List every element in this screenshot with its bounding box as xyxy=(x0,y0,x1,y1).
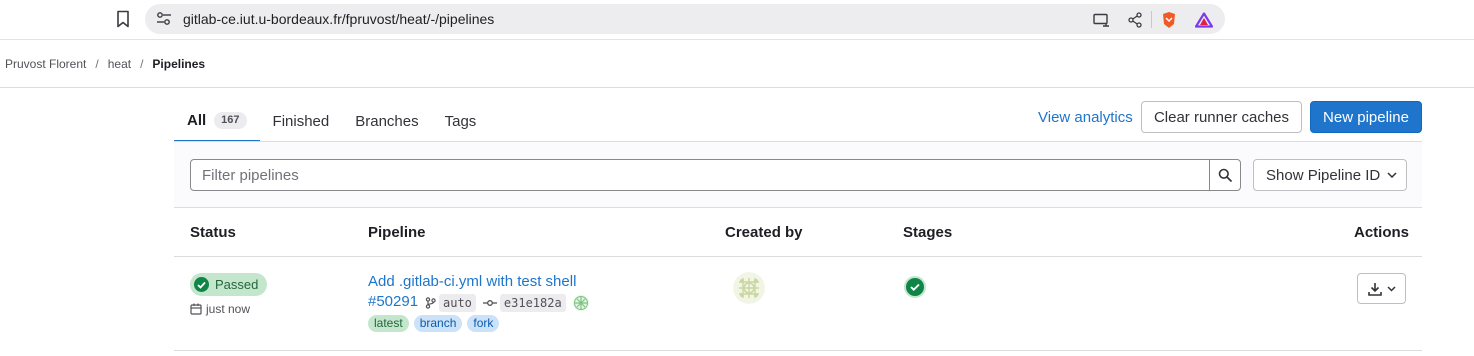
tag-fork[interactable]: fork xyxy=(467,315,500,332)
tab-all[interactable]: All 167 xyxy=(174,100,260,142)
tag-latest[interactable]: latest xyxy=(368,315,409,332)
status-badge[interactable]: Passed xyxy=(190,273,268,296)
ref-name-chip[interactable]: auto xyxy=(439,294,476,312)
committer-avatar[interactable] xyxy=(572,295,589,311)
browser-toolbar: gitlab-ce.iut.u-bordeaux.fr/fpruvost/hea… xyxy=(0,0,1474,40)
column-header-actions: Actions xyxy=(1354,224,1410,241)
column-header-stages: Stages xyxy=(903,224,953,241)
pipeline-time: just now xyxy=(190,302,250,316)
filter-pipelines-input[interactable]: Filter pipelines xyxy=(190,159,1210,191)
new-pipeline-button[interactable]: New pipeline xyxy=(1310,101,1422,133)
pipeline-title-link[interactable]: Add .gitlab-ci.yml with test shell xyxy=(368,273,576,290)
branch-icon xyxy=(425,297,436,309)
download-icon xyxy=(1367,282,1382,296)
download-artifacts-button[interactable] xyxy=(1357,273,1406,304)
url-text[interactable]: gitlab-ce.iut.u-bordeaux.fr/fpruvost/hea… xyxy=(183,11,494,27)
show-pipeline-id-label: Show Pipeline ID xyxy=(1266,166,1381,184)
breadcrumb-separator: / xyxy=(140,57,144,71)
chevron-down-icon xyxy=(1387,172,1397,178)
tag-branch[interactable]: branch xyxy=(413,315,463,332)
breadcrumb-separator: / xyxy=(95,57,99,71)
bookmark-icon[interactable] xyxy=(113,8,133,30)
search-icon xyxy=(1218,168,1232,182)
commit-sha: e31e182a xyxy=(503,296,562,310)
tab-branches[interactable]: Branches xyxy=(342,100,431,142)
tab-all-label: All xyxy=(187,111,207,129)
ref-name: auto xyxy=(443,296,472,310)
url-divider xyxy=(1151,11,1152,28)
stage-passed-icon[interactable] xyxy=(904,276,926,298)
commit-sha-chip[interactable]: e31e182a xyxy=(499,294,566,312)
header-divider xyxy=(0,87,1474,88)
breadcrumb-current[interactable]: Pipelines xyxy=(152,57,205,71)
calendar-icon xyxy=(190,303,202,315)
show-pipeline-id-dropdown[interactable]: Show Pipeline ID xyxy=(1253,159,1407,191)
breadcrumb: Pruvost Florent / heat / Pipelines xyxy=(5,57,205,71)
brave-shields-icon[interactable] xyxy=(1160,11,1178,28)
pipeline-id-link[interactable]: #50291 xyxy=(368,293,418,310)
tab-all-count: 167 xyxy=(214,111,247,129)
column-header-created-by: Created by xyxy=(725,224,803,241)
table-header-divider xyxy=(174,256,1422,257)
column-header-status: Status xyxy=(190,224,236,241)
pipeline-ref: auto e31e182a xyxy=(425,294,589,312)
tab-tags-label: Tags xyxy=(444,112,477,130)
tab-finished[interactable]: Finished xyxy=(260,100,343,142)
share-icon[interactable] xyxy=(1126,11,1144,28)
brave-rewards-icon[interactable] xyxy=(1195,11,1213,28)
breadcrumb-user[interactable]: Pruvost Florent xyxy=(5,57,86,71)
filter-placeholder: Filter pipelines xyxy=(202,166,299,184)
check-circle-icon xyxy=(194,277,209,292)
commit-icon xyxy=(482,300,497,306)
tab-tags[interactable]: Tags xyxy=(432,100,490,142)
chevron-down-icon xyxy=(1386,285,1396,292)
address-bar[interactable]: gitlab-ce.iut.u-bordeaux.fr/fpruvost/hea… xyxy=(145,4,1225,34)
filter-bar: Filter pipelines Show Pipeline ID xyxy=(174,142,1422,208)
tab-finished-label: Finished xyxy=(272,112,330,130)
status-label: Passed xyxy=(215,277,259,292)
pipeline-tabs: All 167 Finished Branches Tags xyxy=(174,100,489,142)
creator-avatar[interactable] xyxy=(733,272,765,304)
site-settings-icon[interactable] xyxy=(155,11,173,27)
pipeline-tags: latest branch fork xyxy=(368,315,500,332)
row-divider xyxy=(174,350,1422,351)
clear-runner-caches-button[interactable]: Clear runner caches xyxy=(1141,101,1302,133)
cast-icon[interactable] xyxy=(1092,11,1110,28)
filter-search-button[interactable] xyxy=(1209,159,1241,191)
breadcrumb-project[interactable]: heat xyxy=(108,57,131,71)
pipeline-time-text: just now xyxy=(206,302,251,316)
tab-branches-label: Branches xyxy=(355,112,419,130)
view-analytics-link[interactable]: View analytics xyxy=(1038,109,1133,126)
column-header-pipeline: Pipeline xyxy=(368,224,426,241)
